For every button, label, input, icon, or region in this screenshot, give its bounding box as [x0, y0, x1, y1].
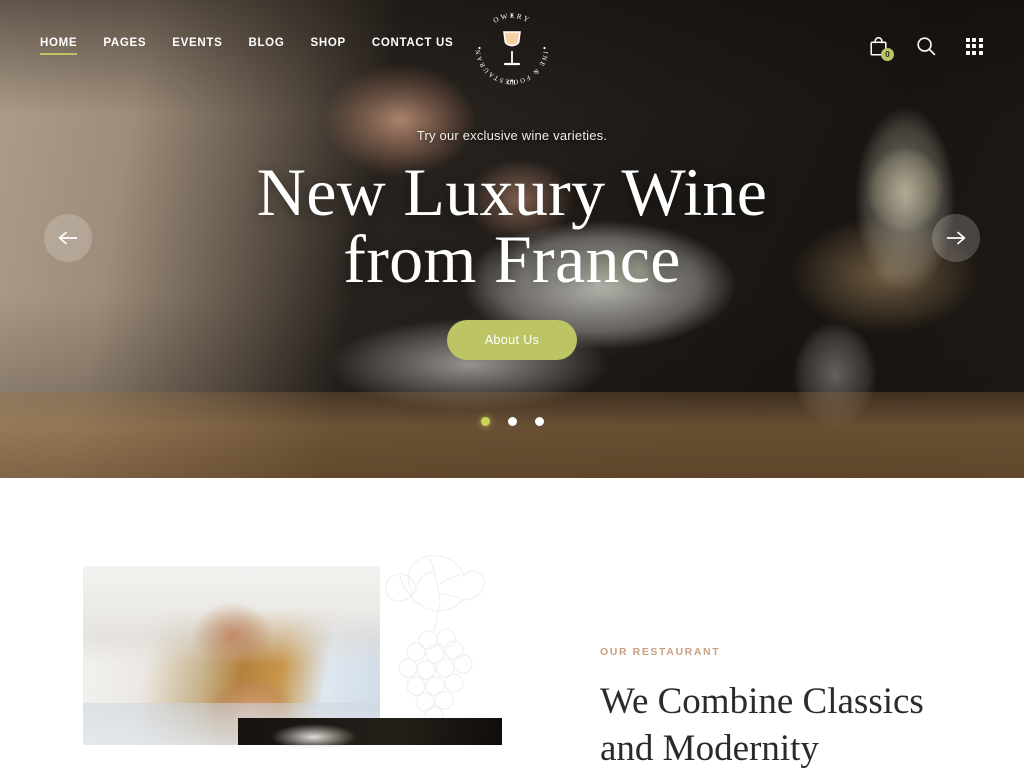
hero-slider: HOME PAGES EVENTS BLOG SHOP CONTACT US O… [0, 0, 1024, 478]
grid-menu-button[interactable] [962, 34, 986, 58]
cart-count-badge: 0 [881, 48, 894, 61]
secondary-dish-photo [238, 718, 502, 750]
site-header: HOME PAGES EVENTS BLOG SHOP CONTACT US O… [0, 0, 1024, 92]
site-logo[interactable]: OWERY WINE & FOOD RESTAURANT [466, 2, 558, 94]
grape-cluster-illustration [378, 544, 504, 724]
arrow-left-icon [58, 231, 77, 245]
cart-button[interactable]: 0 [866, 34, 894, 61]
grid-menu-icon [965, 37, 983, 55]
slider-dot-2[interactable] [507, 417, 517, 426]
nav-item-pages[interactable]: PAGES [103, 37, 146, 55]
about-heading: We Combine Classics and Modernity [600, 678, 1000, 773]
hero-title-line-2: from France [343, 221, 681, 298]
slider-next-button[interactable] [932, 214, 980, 262]
about-section: OUR RESTAURANT We Combine Classics and M… [0, 478, 1024, 769]
nav-item-home[interactable]: HOME [40, 37, 78, 55]
slider-dot-1[interactable] [480, 417, 490, 426]
slider-pagination [0, 417, 1024, 426]
about-text-block: OUR RESTAURANT We Combine Classics and M… [600, 646, 1000, 773]
about-us-button[interactable]: About Us [446, 319, 578, 360]
nav-item-blog[interactable]: BLOG [248, 37, 284, 55]
about-heading-line-1: We Combine Classics [600, 681, 924, 722]
nav-item-shop[interactable]: SHOP [310, 37, 345, 55]
hero-table-surface [0, 392, 1024, 478]
wine-glass-icon [503, 31, 521, 66]
hero-content: Try our exclusive wine varieties. New Lu… [0, 128, 1024, 360]
hero-title: New Luxury Wine from France [0, 158, 1024, 298]
hero-subtitle: Try our exclusive wine varieties. [416, 128, 608, 143]
about-eyebrow: OUR RESTAURANT [600, 646, 721, 658]
nav-item-events[interactable]: EVENTS [172, 37, 222, 55]
nav-item-contact-us[interactable]: CONTACT US [372, 37, 454, 55]
about-heading-line-2: and Modernity [600, 728, 819, 770]
svg-text:OWERY: OWERY [492, 12, 532, 25]
search-button[interactable] [914, 34, 938, 58]
slider-prev-button[interactable] [44, 214, 92, 262]
search-icon [917, 37, 936, 56]
main-navigation: HOME PAGES EVENTS BLOG SHOP CONTACT US [0, 0, 453, 55]
header-actions: 0 [866, 34, 986, 61]
slider-dot-3[interactable] [534, 417, 544, 426]
hero-title-line-1: New Luxury Wine [256, 154, 768, 230]
arrow-right-icon [947, 231, 966, 245]
